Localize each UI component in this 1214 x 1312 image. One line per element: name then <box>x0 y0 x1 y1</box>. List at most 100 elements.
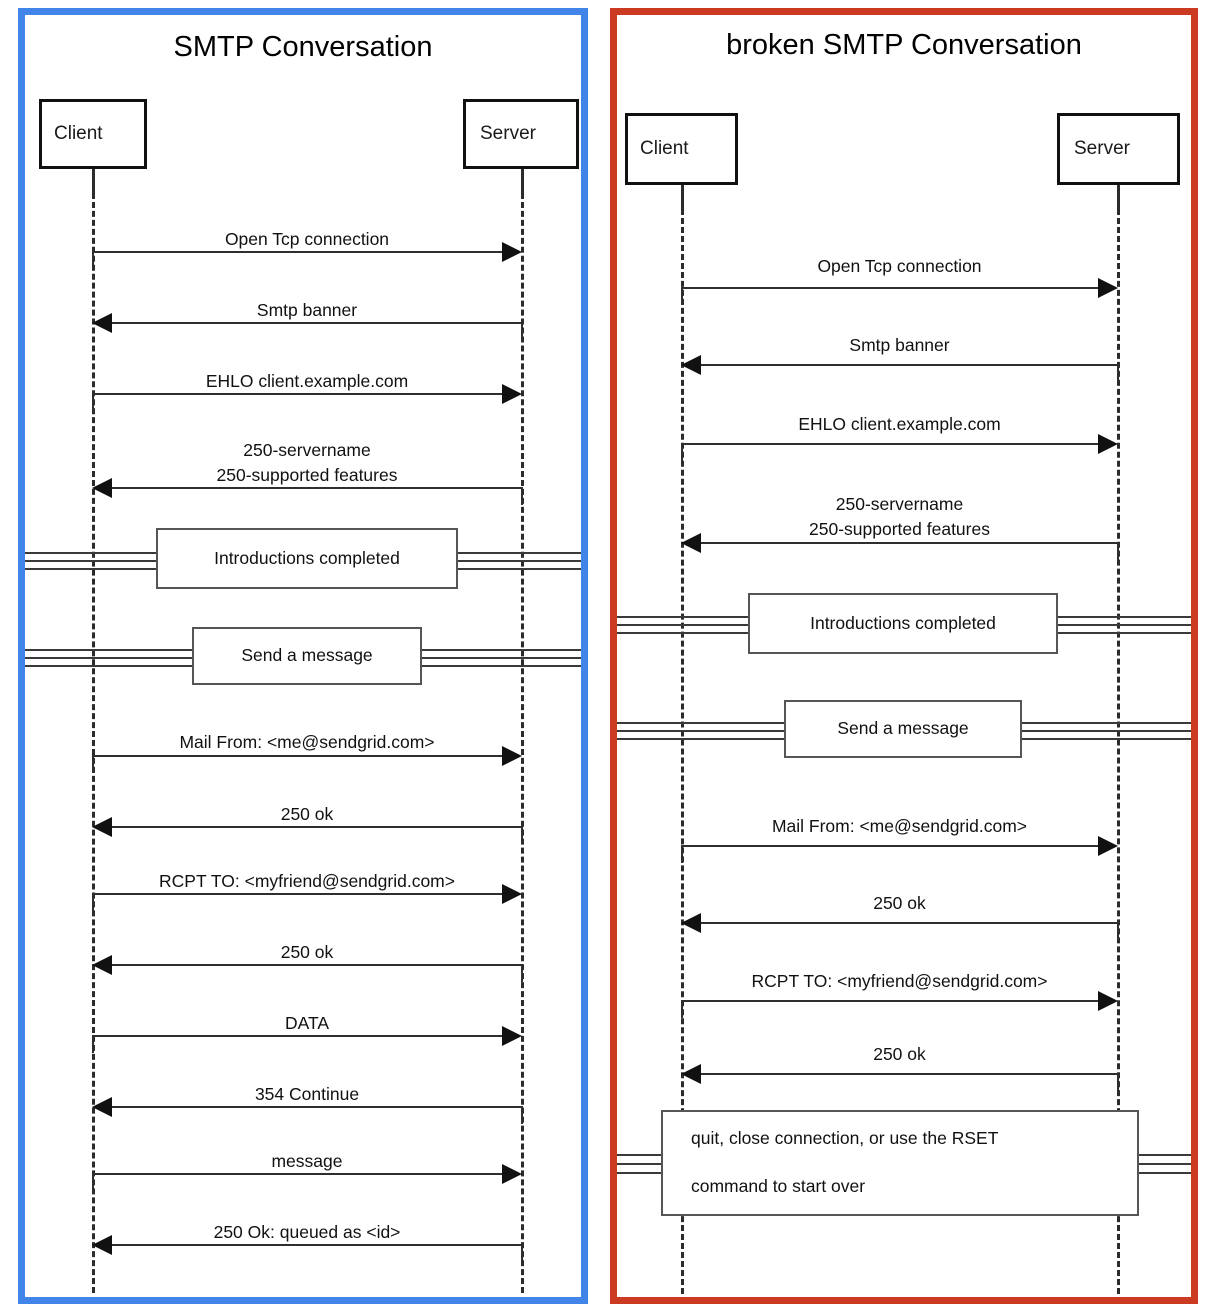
arrow-stub <box>521 1106 523 1124</box>
arrow-line <box>681 845 1099 847</box>
participant-client-left-label: Client <box>54 123 103 144</box>
arrow-head-left-icon <box>92 1235 112 1255</box>
lifeline-server-right-stem <box>1117 185 1120 211</box>
arrow-stub <box>681 287 683 305</box>
arrow-line <box>700 1073 1118 1075</box>
arrow-stub <box>521 487 523 505</box>
panel-right-inner: broken SMTP Conversation Client Server O… <box>617 15 1191 1297</box>
participant-server-right: Server <box>1057 113 1180 185</box>
message-label: Open Tcp connection <box>224 229 390 249</box>
arrow-stub <box>92 1035 94 1053</box>
lifeline-client-left-stem <box>92 169 95 195</box>
arrow-stub <box>1117 922 1119 940</box>
message-label: 354 Continue <box>254 1084 360 1104</box>
participant-server-right-label: Server <box>1074 138 1130 159</box>
arrow-head-right-icon <box>1098 991 1118 1011</box>
arrow-line <box>92 755 503 757</box>
arrow-head-right-icon <box>502 1026 522 1046</box>
message-label-line1: 250-servername <box>243 440 371 460</box>
arrow-stub <box>92 893 94 911</box>
sequence-diagram-page: SMTP Conversation Client Server Open Tcp… <box>0 0 1214 1312</box>
note-box-label: Introductions completed <box>810 612 996 633</box>
arrow-head-right-icon <box>502 384 522 404</box>
arrow-stub <box>92 393 94 411</box>
smtp-conversation-panel: SMTP Conversation Client Server Open Tcp… <box>18 8 588 1304</box>
note-box: Send a message <box>784 700 1022 758</box>
message-label: Smtp banner <box>849 335 950 355</box>
arrow-head-right-icon <box>1098 278 1118 298</box>
arrow-stub <box>521 1244 523 1262</box>
arrow-line <box>111 964 522 966</box>
message-label: message <box>271 1151 343 1171</box>
message-label-line2: 250-supported features <box>216 465 398 485</box>
note-box-label: Introductions completed <box>214 547 400 568</box>
message-label: Open Tcp connection <box>817 256 982 276</box>
message-label: RCPT TO: <myfriend@sendgrid.com> <box>751 971 1048 991</box>
arrow-head-left-icon <box>681 533 701 553</box>
note-box: quit, close connection, or use the RSET c… <box>661 1110 1139 1216</box>
note-box-label-line2: command to start over <box>691 1175 866 1196</box>
arrow-head-left-icon <box>92 478 112 498</box>
arrow-stub <box>1117 364 1119 382</box>
arrow-line <box>111 487 522 489</box>
lifeline-client-right-stem <box>681 185 684 211</box>
broken-smtp-conversation-panel: broken SMTP Conversation Client Server O… <box>610 8 1198 1304</box>
message-label: DATA <box>284 1013 330 1033</box>
arrow-line <box>111 1106 522 1108</box>
arrow-stub <box>521 964 523 982</box>
arrow-line <box>111 826 522 828</box>
arrow-line <box>681 1000 1099 1002</box>
participant-server-left: Server <box>463 99 579 169</box>
message-label: EHLO client.example.com <box>798 414 1001 434</box>
arrow-line <box>700 364 1118 366</box>
arrow-stub <box>681 1000 683 1018</box>
message-label-line2: 250-supported features <box>809 519 990 539</box>
note-box: Send a message <box>192 627 422 685</box>
message-label: 250 ok <box>873 893 926 913</box>
participant-client-right: Client <box>625 113 738 185</box>
arrow-stub <box>92 755 94 773</box>
lifeline-server-left-stem <box>521 169 524 195</box>
arrow-stub <box>681 845 683 863</box>
note-box: Introductions completed <box>748 593 1058 654</box>
message-label-line1: 250-servername <box>835 494 964 514</box>
arrow-head-left-icon <box>92 817 112 837</box>
arrow-head-right-icon <box>502 884 522 904</box>
arrow-line <box>700 542 1118 544</box>
arrow-line <box>111 1244 522 1246</box>
note-box-label: Send a message <box>241 645 373 666</box>
arrow-head-left-icon <box>681 355 701 375</box>
message-label: 250 Ok: queued as <id> <box>213 1222 401 1242</box>
note-box-label: quit, close connection, or use the RSET c… <box>663 1127 1137 1198</box>
arrow-stub <box>1117 1073 1119 1091</box>
participant-client-right-label: Client <box>640 138 689 159</box>
arrow-stub <box>92 1173 94 1191</box>
arrow-line <box>681 287 1099 289</box>
arrow-head-left-icon <box>681 1064 701 1084</box>
arrow-line <box>92 1035 503 1037</box>
arrow-stub <box>521 322 523 340</box>
message-label: 250 ok <box>280 942 334 962</box>
note-box-label-line1: quit, close connection, or use the RSET <box>691 1128 999 1149</box>
arrow-stub <box>1117 542 1119 560</box>
arrow-head-right-icon <box>502 1164 522 1184</box>
arrow-line <box>92 251 503 253</box>
arrow-head-left-icon <box>92 1097 112 1117</box>
arrow-line <box>92 1173 503 1175</box>
arrow-stub <box>92 251 94 269</box>
participant-client-left: Client <box>39 99 147 169</box>
panel-left-inner: SMTP Conversation Client Server Open Tcp… <box>25 15 581 1297</box>
message-label: Mail From: <me@sendgrid.com> <box>179 732 435 752</box>
message-label: RCPT TO: <myfriend@sendgrid.com> <box>159 871 455 891</box>
arrow-head-right-icon <box>502 242 522 262</box>
note-box: Introductions completed <box>156 528 458 589</box>
arrow-head-left-icon <box>92 313 112 333</box>
arrow-line <box>92 893 503 895</box>
message-label: Mail From: <me@sendgrid.com> <box>771 816 1028 836</box>
arrow-head-left-icon <box>681 913 701 933</box>
arrow-line <box>92 393 503 395</box>
message-label: EHLO client.example.com <box>205 371 409 391</box>
note-box-label: Send a message <box>837 718 969 739</box>
message-label: 250 ok <box>280 804 334 824</box>
participant-server-left-label: Server <box>480 123 536 144</box>
